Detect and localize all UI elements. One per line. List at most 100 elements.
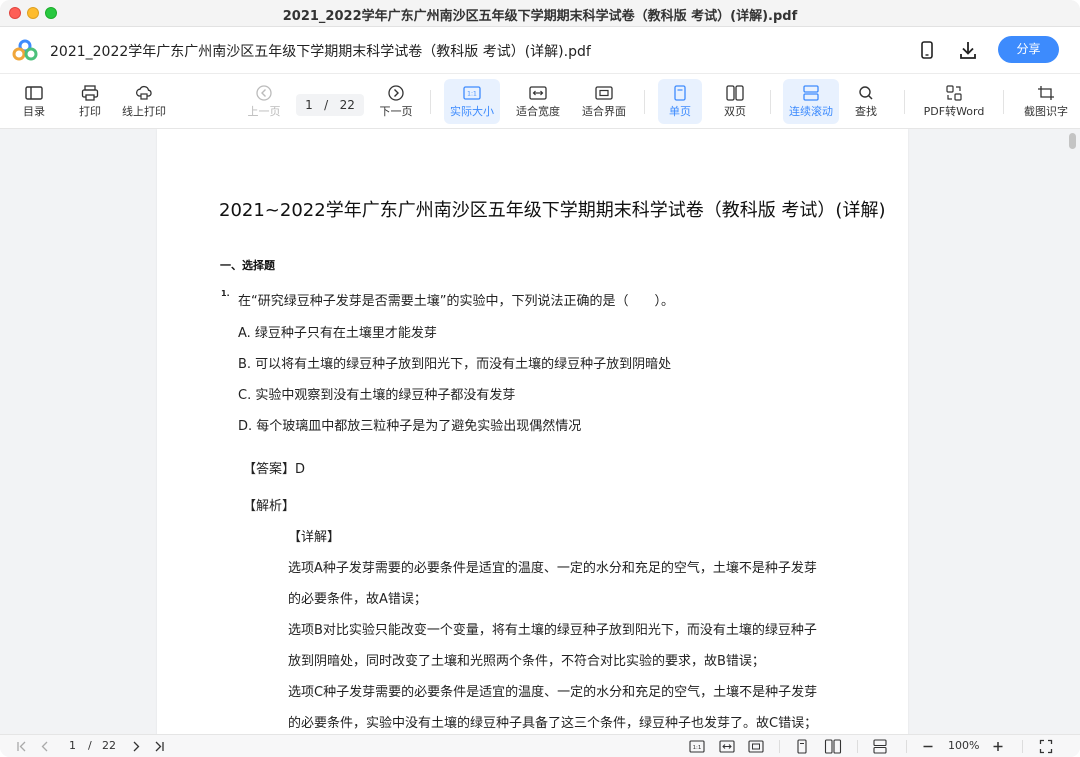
printer-icon: [81, 85, 99, 101]
chevron-right-icon: [388, 85, 404, 101]
app-logo-icon: [12, 39, 38, 61]
toolbar-divider: [770, 90, 771, 114]
download-icon[interactable]: [957, 39, 979, 61]
title-bar: 2021_2022学年广东广州南沙区五年级下学期期末科学试卷（教科版 考试）(详…: [0, 0, 1080, 27]
analysis-heading: 【解析】: [243, 499, 296, 514]
option-d: D. 每个玻璃皿中都放三粒种子是为了避免实验出现偶然情况: [238, 419, 582, 434]
convert-icon: [946, 85, 962, 101]
status-bar: 1 / 22 1:1 100%: [0, 734, 1080, 757]
single-page-icon: [674, 85, 686, 101]
share-button[interactable]: 分享: [998, 36, 1059, 63]
option-a: A. 绿豆种子只有在土壤里才能发芽: [238, 326, 437, 341]
question-number: 1.: [221, 289, 230, 298]
svg-text:1:1: 1:1: [693, 745, 702, 751]
phone-icon[interactable]: [916, 39, 938, 61]
crop-icon: [1038, 86, 1054, 100]
file-name: 2021_2022学年广东广州南沙区五年级下学期期末科学试卷（教科版 考试）(详…: [50, 44, 591, 60]
status-divider: [906, 740, 907, 753]
explanation-line: 的必要条件，实验中没有土壤的绿豆种子具备了这三个条件，绿豆种子也发芽了。故C错误…: [288, 716, 818, 731]
double-page-button[interactable]: 双页: [713, 79, 757, 124]
next-page-label: 下一页: [379, 105, 413, 118]
fit-page-label: 适合界面: [582, 105, 626, 118]
double-page-label: 双页: [724, 105, 746, 118]
option-c: C. 实验中观察到没有土壤的绿豆种子都没有发芽: [238, 388, 516, 403]
online-print-button[interactable]: 线上打印: [119, 79, 169, 124]
document-viewport[interactable]: 2021~2022学年广东广州南沙区五年级下学期期末科学试卷（教科版 考试）(详…: [0, 129, 1080, 734]
toc-label: 目录: [23, 105, 45, 118]
single-page-label: 单页: [669, 105, 691, 118]
pdf-to-word-label: PDF转Word: [923, 105, 985, 118]
find-label: 查找: [855, 105, 877, 118]
ocr-button[interactable]: 截图识字: [1020, 79, 1072, 124]
fit-width-label: 适合宽度: [516, 105, 560, 118]
toc-icon: [25, 86, 43, 100]
zoom-level: 100%: [948, 739, 980, 752]
last-page-icon[interactable]: [152, 739, 166, 754]
total-pages: 22: [339, 98, 355, 112]
double-page-icon: [726, 85, 744, 101]
actual-size-icon[interactable]: 1:1: [689, 739, 705, 754]
toc-button[interactable]: 目录: [16, 79, 52, 124]
continuous-scroll-icon[interactable]: [872, 739, 888, 754]
toolbar-divider: [904, 90, 905, 114]
question-text: 在“研究绿豆种子发芽是否需要土壤”的实验中，下列说法正确的是（ ）。: [238, 294, 674, 309]
file-header: 2021_2022学年广东广州南沙区五年级下学期期末科学试卷（教科版 考试）(详…: [0, 27, 1080, 74]
fit-page-button[interactable]: 适合界面: [578, 79, 630, 124]
print-label: 打印: [79, 105, 101, 118]
next-page-icon[interactable]: [130, 739, 142, 754]
continuous-scroll-label: 连续滚动: [789, 105, 833, 118]
window-title: 2021_2022学年广东广州南沙区五年级下学期期末科学试卷（教科版 考试）(详…: [282, 9, 798, 24]
continuous-scroll-icon: [803, 85, 819, 101]
explanation-line: 选项A种子发芽需要的必要条件是适宜的温度、一定的水分和充足的空气，土壤不是种子发…: [288, 561, 817, 576]
prev-page-button[interactable]: 上一页: [244, 79, 284, 124]
section-heading: 一、选择题: [220, 259, 275, 272]
current-page-input[interactable]: 1: [305, 98, 313, 112]
actual-size-label: 实际大小: [450, 105, 494, 118]
toolbar-divider: [1003, 90, 1004, 114]
prev-page-label: 上一页: [247, 105, 281, 118]
document-title: 2021~2022学年广东广州南沙区五年级下学期期末科学试卷（教科版 考试）(详…: [219, 200, 886, 221]
single-page-button[interactable]: 单页: [658, 79, 702, 124]
fullscreen-icon[interactable]: [1039, 739, 1053, 754]
zoom-out-icon[interactable]: [921, 739, 935, 754]
prev-page-icon[interactable]: [39, 739, 51, 754]
single-page-icon[interactable]: [795, 739, 809, 754]
answer-line: 【答案】D: [243, 462, 306, 477]
status-divider: [1022, 740, 1023, 753]
svg-text:1:1: 1:1: [467, 91, 477, 98]
pdf-page: 2021~2022学年广东广州南沙区五年级下学期期末科学试卷（教科版 考试）(详…: [157, 129, 908, 734]
explanation-line: 选项C种子发芽需要的必要条件是适宜的温度、一定的水分和充足的空气，土壤不是种子发…: [288, 685, 818, 700]
explanation-line: 选项B对比实验只能改变一个变量，将有土壤的绿豆种子放到阳光下，而没有土壤的绿豆种…: [288, 623, 817, 638]
fit-width-icon[interactable]: [719, 739, 735, 754]
detail-heading: 【详解】: [288, 530, 341, 545]
explanation-line: 放到阴暗处，同时改变了土壤和光照两个条件，不符合对比实验的要求，故B错误；: [288, 654, 765, 669]
pdf-to-word-button[interactable]: PDF转Word: [918, 79, 990, 124]
double-page-icon[interactable]: [824, 739, 842, 754]
actual-size-button[interactable]: 1:1 实际大小: [444, 79, 500, 124]
fit-page-icon[interactable]: [748, 739, 764, 754]
app-window: 2021_2022学年广东广州南沙区五年级下学期期末科学试卷（教科版 考试）(详…: [0, 0, 1080, 757]
fit-width-icon: [529, 86, 547, 100]
online-print-label: 线上打印: [122, 105, 166, 118]
first-page-icon[interactable]: [15, 739, 29, 754]
status-divider: [779, 740, 780, 753]
explanation-line: 的必要条件，故A错误；: [288, 592, 427, 607]
bottom-total-pages: 22: [102, 739, 116, 752]
actual-size-icon: 1:1: [463, 86, 481, 100]
chevron-left-icon: [256, 85, 272, 101]
toolbar-divider: [430, 90, 431, 114]
page-number-box[interactable]: 1 / 22: [296, 94, 364, 116]
vertical-scrollbar[interactable]: [1069, 133, 1076, 149]
cloud-print-icon: [136, 85, 152, 100]
bottom-current-page[interactable]: 1: [69, 739, 76, 752]
find-button[interactable]: 查找: [848, 79, 884, 124]
toolbar-divider: [644, 90, 645, 114]
next-page-button[interactable]: 下一页: [376, 79, 416, 124]
page-separator: /: [324, 98, 329, 112]
print-button[interactable]: 打印: [72, 79, 108, 124]
continuous-scroll-button[interactable]: 连续滚动: [783, 79, 839, 124]
fit-width-button[interactable]: 适合宽度: [512, 79, 564, 124]
zoom-in-icon[interactable]: [991, 739, 1005, 754]
bottom-page-separator: /: [88, 739, 92, 752]
fit-page-icon: [595, 86, 613, 100]
